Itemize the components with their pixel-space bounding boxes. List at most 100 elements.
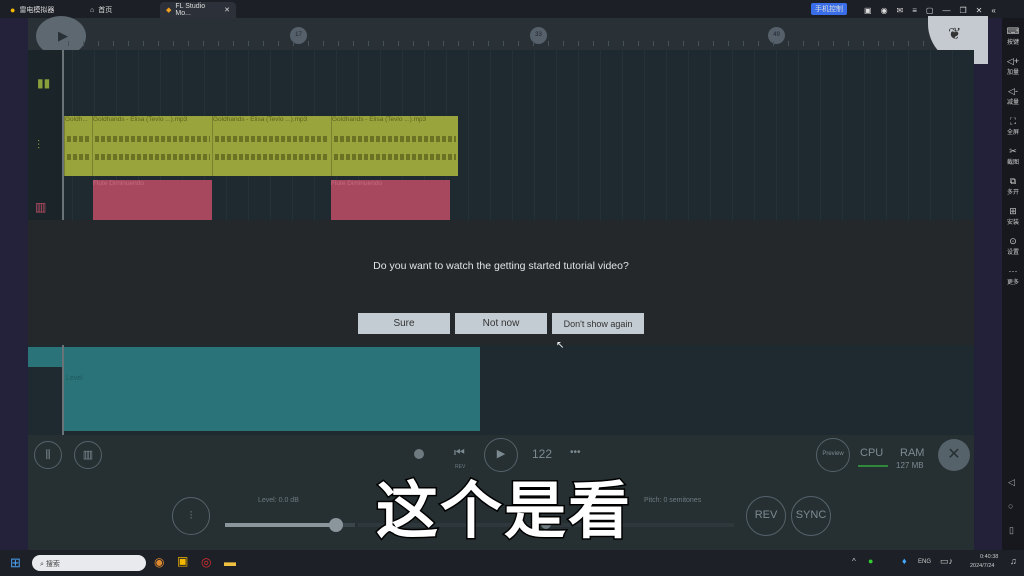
ruler-tick <box>623 41 624 46</box>
side-volume-up-button[interactable]: ◁+ 加量 <box>1002 56 1024 76</box>
rewind-icon[interactable]: ⏮ <box>454 445 465 460</box>
audio-clip[interactable]: Goldhands - Elisa (Tevlo ...).mp3 <box>331 116 458 176</box>
search-box[interactable]: ⌕ 搜索 <box>32 555 146 571</box>
clock-time[interactable]: 0:40:38 <box>980 554 998 560</box>
record-app-icon[interactable]: ◎ <box>201 555 211 569</box>
android-home-icon[interactable]: ○ <box>1008 501 1013 511</box>
tab-home[interactable]: ⌂ 首页 <box>84 2 118 18</box>
mixer-button[interactable]: ⫼ <box>34 441 62 469</box>
close-icon[interactable]: ✕ <box>976 6 983 15</box>
side-scissors-button[interactable]: ✂ 截图 <box>1002 146 1024 166</box>
right-border <box>974 18 1002 550</box>
windows-start-icon[interactable]: ⊞ <box>10 555 21 571</box>
menu-icon[interactable]: ≡ <box>912 6 917 15</box>
mixer-icon: ⫼ <box>45 449 51 461</box>
ruler-tick <box>818 41 819 46</box>
preview-button[interactable]: Preview <box>816 438 850 472</box>
side-volume-down-button[interactable]: ◁- 减量 <box>1002 86 1024 106</box>
browser-icon[interactable]: ◉ <box>154 555 164 569</box>
pattern-clip[interactable]: Flute Diminuendo <box>93 180 212 220</box>
app-logo-tab[interactable]: ● 雷电模拟器 <box>4 2 60 18</box>
clock-date[interactable]: 2024/7/24 <box>970 563 994 569</box>
gamepad-icon[interactable]: ▣ <box>864 6 872 15</box>
ruler-tick <box>98 41 99 46</box>
ruler-tick <box>653 41 654 46</box>
automation-track[interactable]: Level <box>28 345 974 435</box>
sync-button[interactable]: SYNC <box>791 496 831 536</box>
dont-show-again-button[interactable]: Don't show again <box>552 313 644 334</box>
waveform-icon: ⫶ <box>189 510 193 522</box>
side-install-button[interactable]: ⊞ 安装 <box>1002 206 1024 226</box>
pin-icon[interactable]: ▢ <box>926 6 934 15</box>
ruler-tick <box>128 41 129 46</box>
more-icon: ⋯ <box>1008 266 1018 276</box>
file-explorer-icon[interactable]: ▬ <box>224 555 236 569</box>
ruler-tick <box>338 41 339 46</box>
reverse-button[interactable]: REV <box>746 496 786 536</box>
ldplayer-icon[interactable]: ▣ <box>177 554 188 568</box>
side-settings-button[interactable]: ⊙ 设置 <box>1002 236 1024 256</box>
user-icon[interactable]: ◉ <box>881 6 888 15</box>
not-now-button[interactable]: Not now <box>455 313 547 334</box>
sample-button[interactable]: ⫶ <box>172 497 210 535</box>
close-button[interactable]: ✕ <box>938 439 970 471</box>
piano-roll-button[interactable]: ▥ <box>74 441 102 469</box>
ruler-tick <box>398 41 399 46</box>
clips-layer: Goldh... Goldhands - Elisa (Tevlo ...).m… <box>28 50 974 220</box>
ruler-tick <box>488 41 489 46</box>
clip-label: Level <box>66 375 83 382</box>
piano-icon: ▥ <box>82 449 94 461</box>
home-icon: ⌂ <box>90 6 95 14</box>
audio-clip[interactable]: Goldh... <box>64 116 92 176</box>
side-label: 设置 <box>1006 250 1019 256</box>
phone-control-button[interactable]: 手机控制 <box>811 3 847 15</box>
collapse-icon[interactable]: « <box>991 6 995 15</box>
record-button[interactable] <box>414 449 424 459</box>
network-volume-icon[interactable]: ▭♪ <box>940 556 953 567</box>
level-slider[interactable] <box>225 518 355 532</box>
level-slider-knob[interactable] <box>328 518 343 532</box>
ruler-tick <box>413 41 414 46</box>
notification-icon[interactable]: ♫ <box>1010 556 1017 566</box>
wechat-icon[interactable]: ● <box>868 556 873 566</box>
minimize-icon[interactable]: — <box>942 6 950 15</box>
mic-icon[interactable]: ♦ <box>902 556 907 566</box>
tray-chevron-icon[interactable]: ^ <box>852 557 856 566</box>
audio-clip[interactable]: Goldhands - Elisa (Tevlo ...).mp3 <box>212 116 331 176</box>
tab-fl-studio[interactable]: ◆ FL Studio Mo... ✕ <box>160 2 236 18</box>
ruler-tick <box>323 41 324 46</box>
side-label: 安装 <box>1006 220 1019 226</box>
playhead[interactable] <box>62 345 64 435</box>
install-icon: ⊞ <box>1009 206 1017 216</box>
tab-fl-label: FL Studio Mo... <box>175 3 206 17</box>
android-back-icon[interactable]: ◁ <box>1008 477 1015 488</box>
side-more-button[interactable]: ⋯ 更多 <box>1002 266 1024 286</box>
pattern-clip[interactable]: Flute Diminuendo <box>331 180 450 220</box>
ruler-tick <box>293 41 294 46</box>
language-indicator[interactable]: ENG <box>918 559 931 565</box>
mail-icon[interactable]: ✉ <box>897 6 904 15</box>
phone-control-label: 手机控制 <box>815 6 843 13</box>
ruler-tick <box>848 41 849 46</box>
side-multi-open-button[interactable]: ⧉ 多开 <box>1002 176 1024 196</box>
more-options-icon[interactable]: ••• <box>570 447 581 458</box>
ruler-tick <box>788 41 789 46</box>
sure-button[interactable]: Sure <box>358 313 450 334</box>
app-logo-icon: ● <box>10 5 16 15</box>
ruler-tick <box>758 41 759 46</box>
rev-label: REV <box>754 509 778 521</box>
side-fullscreen-button[interactable]: ⛶ 全屏 <box>1002 116 1024 136</box>
audio-clip[interactable]: Goldhands - Elisa (Tevlo ...).mp3 <box>92 116 212 176</box>
bar-marker[interactable]: 49 <box>768 27 785 44</box>
ruler-tick <box>503 41 504 46</box>
automation-clip[interactable]: Level <box>64 347 480 431</box>
side-keyboard-button[interactable]: ⌨ 按键 <box>1002 26 1024 46</box>
ruler-tick <box>113 41 114 46</box>
preview-label: Preview <box>822 451 844 457</box>
close-tab-icon[interactable]: ✕ <box>224 6 230 14</box>
timeline-ruler[interactable]: ▶ 17 33 49 ❦ <box>28 16 988 64</box>
android-recents-icon[interactable]: ▯ <box>1009 525 1014 536</box>
ruler-tick <box>203 41 204 46</box>
maximize-icon[interactable]: ❐ <box>959 6 966 15</box>
tempo-value[interactable]: 122 <box>532 447 552 461</box>
